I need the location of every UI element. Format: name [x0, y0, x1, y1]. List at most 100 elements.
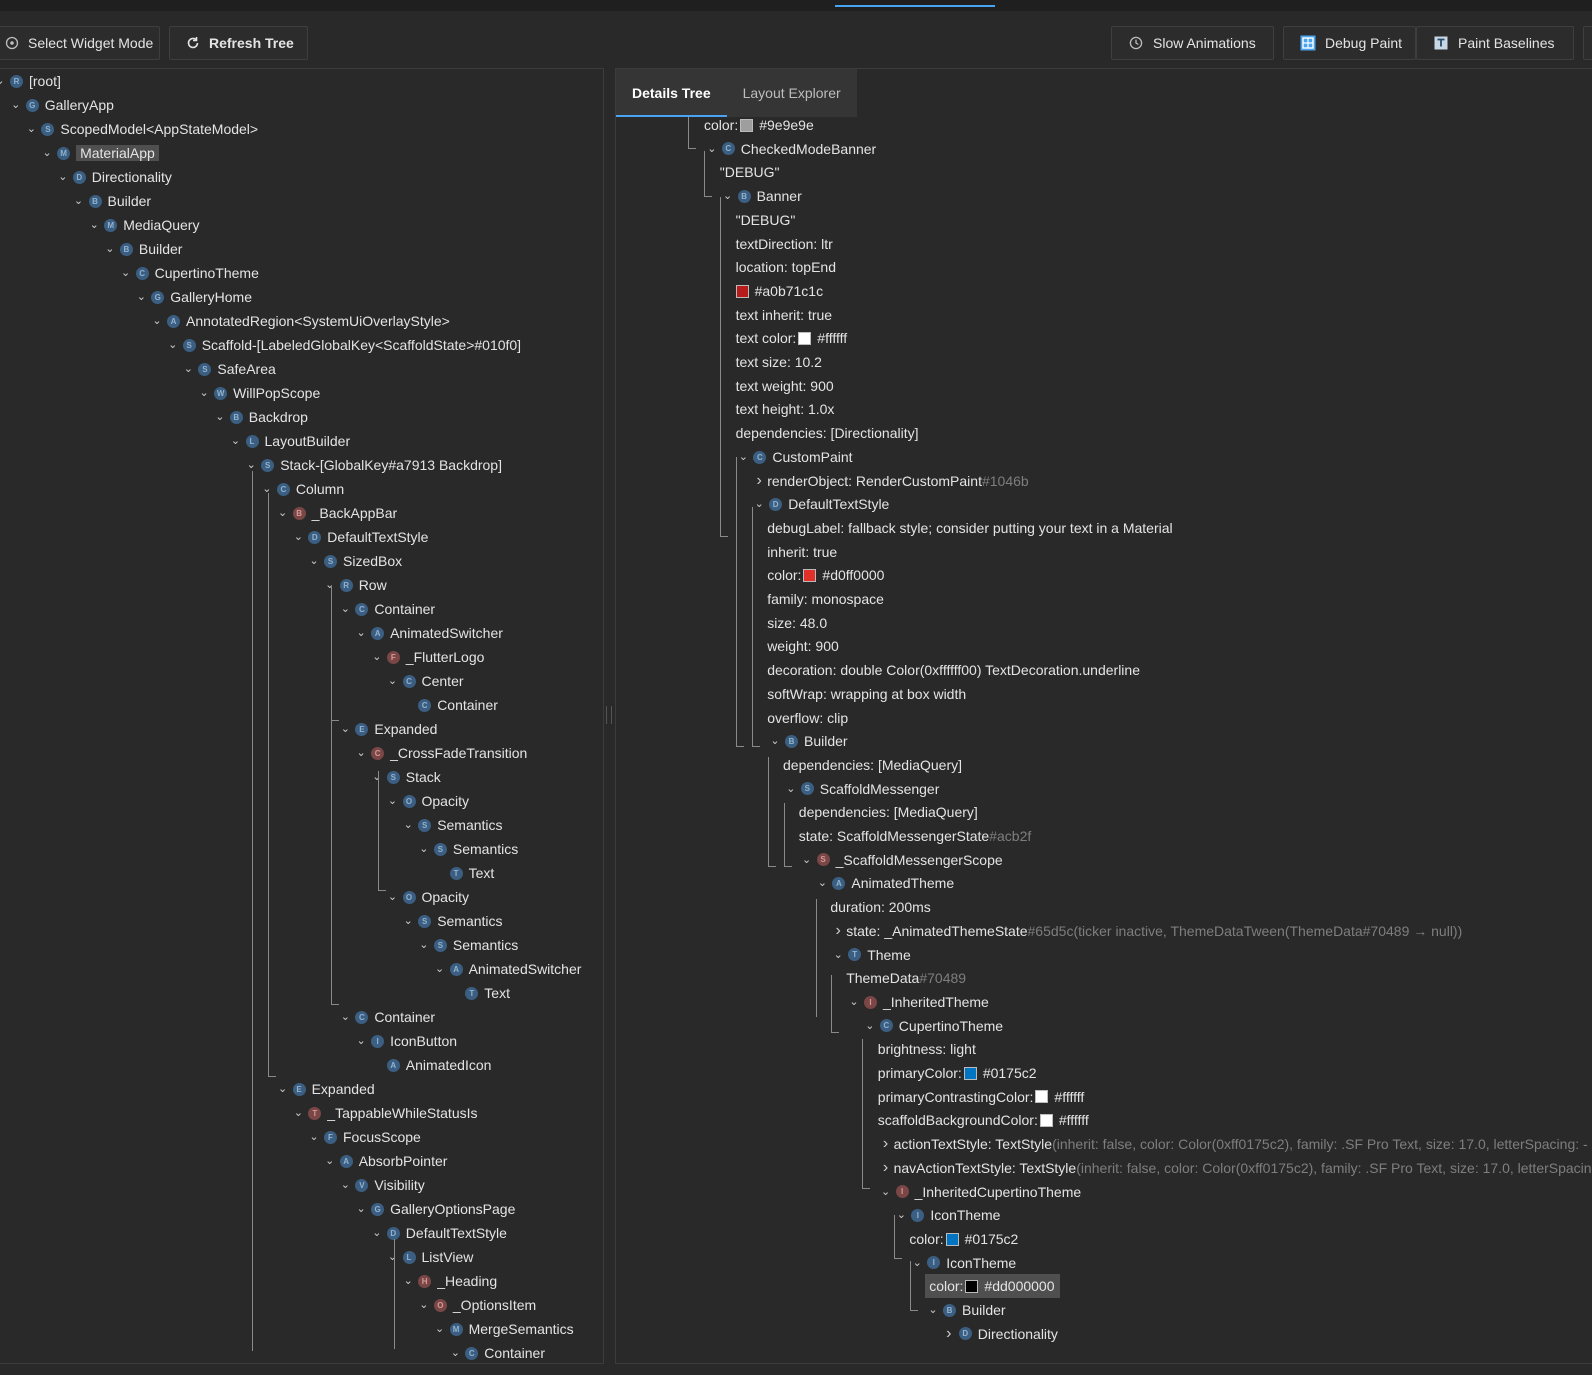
details-node-row[interactable]: ⌄ T Theme: [830, 943, 911, 967]
split-pane-handle[interactable]: [606, 706, 612, 724]
widget-tree-row[interactable]: ⌄ A AnnotatedRegion<SystemUiOverlayStyle>: [149, 309, 449, 333]
details-node-row[interactable]: ⌄ I IconTheme: [909, 1251, 1017, 1275]
widget-tree-row[interactable]: ⌄ G GalleryApp: [8, 93, 114, 117]
details-node-row[interactable]: ⌄ C CustomPaint: [735, 445, 853, 469]
widget-tree-row[interactable]: ⌄ T _TappableWhileStatusIs: [290, 1101, 478, 1125]
widget-tree-row[interactable]: ⌄ S Semantics: [416, 837, 518, 861]
details-node-row[interactable]: ⌄ B Banner: [720, 184, 802, 208]
chevron-down-icon[interactable]: ⌄: [447, 1341, 463, 1363]
widget-tree-row[interactable]: ⌄ A AnimatedSwitcher: [353, 621, 502, 645]
widget-tree-row[interactable]: ⌄ G GalleryOptionsPage: [353, 1197, 515, 1221]
chevron-right-icon[interactable]: ›: [830, 919, 846, 943]
chevron-down-icon[interactable]: ⌄: [432, 957, 448, 981]
widget-tree-row[interactable]: ⌄ S ScopedModel<AppStateModel>: [23, 117, 258, 141]
widget-tree-row[interactable]: ⌄ V Visibility: [337, 1173, 425, 1197]
chevron-right-icon[interactable]: ›: [878, 1132, 894, 1156]
widget-tree-row[interactable]: ⌄ S Semantics: [400, 813, 503, 837]
tab-layout-explorer[interactable]: Layout Explorer: [727, 69, 857, 117]
details-node-row[interactable]: ⌄ S _ScaffoldMessengerScope: [799, 848, 1003, 872]
details-node-row[interactable]: ⌄ I _InheritedCupertinoTheme: [878, 1180, 1081, 1204]
widget-tree-row[interactable]: ⌄ S Stack-[GlobalKey#a7913 Backdrop]: [243, 453, 502, 477]
chevron-down-icon[interactable]: ⌄: [814, 871, 830, 895]
widget-tree-row[interactable]: C Container: [400, 693, 498, 717]
chevron-down-icon[interactable]: ⌄: [878, 1180, 894, 1204]
widget-tree-row[interactable]: ⌄ B Builder: [71, 189, 151, 213]
details-node-row[interactable]: ⌄ A AnimatedTheme: [814, 871, 954, 895]
chevron-down-icon[interactable]: ⌄: [322, 1149, 338, 1173]
chevron-down-icon[interactable]: ⌄: [118, 261, 134, 285]
widget-tree-row[interactable]: ⌄ B _BackAppBar: [275, 501, 397, 525]
widget-tree-row[interactable]: ⌄ C CupertinoTheme: [118, 261, 259, 285]
chevron-down-icon[interactable]: ⌄: [385, 669, 401, 693]
chevron-right-icon[interactable]: ›: [878, 1156, 894, 1180]
widget-tree-row[interactable]: ⌄ I IconButton: [353, 1029, 457, 1053]
widget-tree-row[interactable]: ⌄ M MediaQuery: [86, 213, 200, 237]
widget-tree-row[interactable]: T Text: [432, 861, 494, 885]
chevron-down-icon[interactable]: ⌄: [353, 1029, 369, 1053]
chevron-down-icon[interactable]: ⌄: [385, 885, 401, 909]
details-node-row[interactable]: › D Directionality: [941, 1322, 1058, 1346]
chevron-down-icon[interactable]: ⌄: [846, 990, 862, 1014]
chevron-down-icon[interactable]: ⌄: [385, 1245, 401, 1269]
chevron-down-icon[interactable]: ⌄: [337, 717, 353, 741]
widget-tree-row[interactable]: ⌄ B Backdrop: [212, 405, 308, 429]
chevron-down-icon[interactable]: ⌄: [23, 117, 39, 141]
chevron-down-icon[interactable]: ⌄: [86, 213, 102, 237]
widget-tree-row[interactable]: ⌄ L ListView: [385, 1245, 474, 1269]
widget-tree-row[interactable]: ⌄ C _CrossFadeTransition: [353, 741, 527, 765]
widget-tree-row[interactable]: ⌄ C Container: [337, 597, 435, 621]
details-node-row[interactable]: ⌄ C CupertinoTheme: [862, 1014, 1003, 1038]
chevron-down-icon[interactable]: ⌄: [180, 357, 196, 381]
widget-tree-row[interactable]: ⌄R [root]: [0, 69, 61, 93]
details-node-row[interactable]: › renderObject: RenderCustomPaint#1046b: [751, 469, 1029, 493]
widget-tree-row[interactable]: ⌄ M MaterialApp: [39, 141, 159, 165]
chevron-down-icon[interactable]: ⌄: [400, 1269, 416, 1293]
details-node-row[interactable]: ⌄ B Builder: [767, 729, 847, 753]
chevron-down-icon[interactable]: ⌄: [767, 729, 783, 753]
widget-tree-row[interactable]: ⌄ D Directionality: [55, 165, 172, 189]
chevron-down-icon[interactable]: ⌄: [290, 1101, 306, 1125]
chevron-down-icon[interactable]: ⌄: [306, 549, 322, 573]
details-node-row[interactable]: › state: _AnimatedThemeState#65d5c(ticker…: [830, 919, 1463, 943]
chevron-down-icon[interactable]: ⌄: [71, 189, 87, 213]
chevron-down-icon[interactable]: ⌄: [55, 165, 71, 189]
details-node-row[interactable]: ⌄ I IconTheme: [893, 1203, 1001, 1227]
chevron-down-icon[interactable]: ⌄: [783, 777, 799, 801]
chevron-down-icon[interactable]: ⌄: [369, 645, 385, 669]
widget-tree-row[interactable]: T Text: [447, 981, 510, 1005]
widget-tree-row[interactable]: ⌄ E Expanded: [275, 1077, 375, 1101]
chevron-down-icon[interactable]: ⌄: [149, 309, 165, 333]
select-widget-mode-button[interactable]: Select Widget Mode: [0, 26, 160, 60]
chevron-down-icon[interactable]: ⌄: [275, 501, 291, 525]
chevron-down-icon[interactable]: ⌄: [39, 141, 55, 165]
details-node-row[interactable]: ⌄ D DefaultTextStyle: [751, 492, 890, 516]
chevron-down-icon[interactable]: ⌄: [0, 69, 8, 93]
chevron-down-icon[interactable]: ⌄: [369, 1221, 385, 1245]
widget-tree-row[interactable]: ⌄ F _FlutterLogo: [369, 645, 484, 669]
chevron-down-icon[interactable]: ⌄: [400, 909, 416, 933]
widget-tree-row[interactable]: ⌄ S Scaffold-[LabeledGlobalKey<ScaffoldSta…: [165, 333, 521, 357]
widget-tree-row[interactable]: ⌄ B Builder: [102, 237, 182, 261]
chevron-down-icon[interactable]: ⌄: [8, 93, 24, 117]
widget-tree-row[interactable]: ⌄ C Center: [385, 669, 464, 693]
chevron-down-icon[interactable]: ⌄: [337, 1005, 353, 1029]
chevron-down-icon[interactable]: ⌄: [925, 1298, 941, 1322]
chevron-down-icon[interactable]: ⌄: [228, 429, 244, 453]
chevron-down-icon[interactable]: ⌄: [306, 1125, 322, 1149]
chevron-down-icon[interactable]: ⌄: [799, 848, 815, 872]
widget-tree-row[interactable]: ⌄ A AnimatedSwitcher: [432, 957, 581, 981]
widget-tree-row[interactable]: ⌄ E Expanded: [337, 717, 438, 741]
widget-tree-row[interactable]: ⌄ L LayoutBuilder: [228, 429, 350, 453]
chevron-down-icon[interactable]: ⌄: [385, 789, 401, 813]
chevron-down-icon[interactable]: ⌄: [275, 1077, 291, 1101]
chevron-down-icon[interactable]: ⌄: [133, 285, 149, 309]
widget-tree-row[interactable]: ⌄ S SafeArea: [180, 357, 276, 381]
chevron-down-icon[interactable]: ⌄: [165, 333, 181, 357]
chevron-down-icon[interactable]: ⌄: [102, 237, 118, 261]
widget-tree-row[interactable]: ⌄ O Opacity: [385, 789, 469, 813]
chevron-down-icon[interactable]: ⌄: [416, 933, 432, 957]
chevron-down-icon[interactable]: ⌄: [196, 381, 212, 405]
details-node-row[interactable]: › actionTextStyle: TextStyle(inherit: fal…: [878, 1132, 1588, 1156]
slow-animations-button[interactable]: Slow Animations: [1111, 26, 1274, 60]
chevron-down-icon[interactable]: ⌄: [400, 813, 416, 837]
